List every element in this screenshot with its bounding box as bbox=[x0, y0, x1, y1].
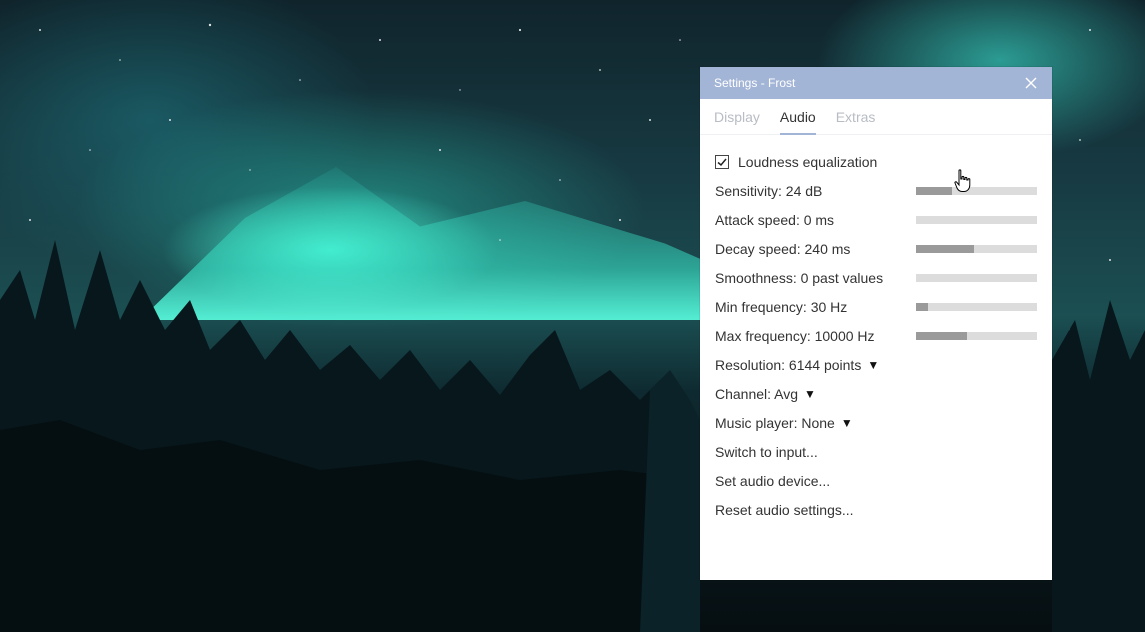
attack-speed-slider[interactable] bbox=[916, 215, 1037, 224]
tab-audio[interactable]: Audio bbox=[779, 99, 816, 135]
loudness-label: Loudness equalization bbox=[738, 153, 878, 170]
tab-bar: Display Audio Extras bbox=[700, 99, 1052, 135]
set-audio-device-link[interactable]: Set audio device... bbox=[715, 473, 830, 489]
set-audio-device-row: Set audio device... bbox=[715, 466, 1037, 495]
resolution-label: Resolution: 6144 points bbox=[715, 356, 862, 373]
reset-audio-settings-row: Reset audio settings... bbox=[715, 495, 1037, 524]
hand-pointer-icon bbox=[954, 169, 971, 192]
decay-speed-label: Decay speed: 240 ms bbox=[715, 240, 851, 257]
max-frequency-row: Max frequency: 10000 Hz bbox=[715, 321, 1037, 350]
close-icon[interactable] bbox=[1024, 76, 1038, 90]
loudness-equalization-row[interactable]: Loudness equalization bbox=[715, 147, 1037, 176]
max-frequency-slider[interactable] bbox=[916, 331, 1037, 340]
sensitivity-slider[interactable] bbox=[916, 186, 1037, 195]
desktop-wallpaper: Settings - Frost Display Audio Extras Lo… bbox=[0, 0, 1145, 632]
channel-label: Channel: Avg bbox=[715, 385, 799, 402]
decay-speed-slider[interactable] bbox=[916, 244, 1037, 253]
channel-dropdown[interactable]: Channel: Avg ▼ bbox=[715, 386, 816, 402]
music-player-dropdown[interactable]: Music player: None ▼ bbox=[715, 415, 853, 431]
title-bar[interactable]: Settings - Frost bbox=[700, 67, 1052, 99]
resolution-dropdown[interactable]: Resolution: 6144 points ▼ bbox=[715, 357, 879, 373]
music-player-label: Music player: None bbox=[715, 414, 835, 431]
switch-to-input-link[interactable]: Switch to input... bbox=[715, 444, 818, 460]
resolution-row: Resolution: 6144 points ▼ bbox=[715, 350, 1037, 379]
attack-speed-label: Attack speed: 0 ms bbox=[715, 211, 835, 228]
loudness-checkbox[interactable] bbox=[715, 154, 729, 169]
switch-to-input-row: Switch to input... bbox=[715, 437, 1037, 466]
music-player-row: Music player: None ▼ bbox=[715, 408, 1037, 437]
min-frequency-slider[interactable] bbox=[916, 302, 1037, 311]
audio-settings-panel: Loudness equalization Sensitivity: 24 dB… bbox=[700, 135, 1052, 524]
channel-row: Channel: Avg ▼ bbox=[715, 379, 1037, 408]
decay-speed-row: Decay speed: 240 ms bbox=[715, 234, 1037, 263]
sensitivity-slider-fill bbox=[916, 186, 953, 195]
checkmark-icon bbox=[717, 158, 727, 166]
sensitivity-label: Sensitivity: 24 dB bbox=[715, 182, 823, 199]
window-title: Settings - Frost bbox=[714, 76, 796, 90]
smoothness-row: Smoothness: 0 past values bbox=[715, 263, 1037, 292]
min-frequency-row: Min frequency: 30 Hz bbox=[715, 292, 1037, 321]
sensitivity-row: Sensitivity: 24 dB bbox=[715, 176, 1037, 205]
min-frequency-label: Min frequency: 30 Hz bbox=[715, 298, 848, 315]
dropdown-arrow-icon: ▼ bbox=[840, 415, 853, 430]
tab-display[interactable]: Display bbox=[714, 99, 760, 135]
smoothness-slider[interactable] bbox=[916, 273, 1037, 282]
max-frequency-label: Max frequency: 10000 Hz bbox=[715, 327, 875, 344]
reset-audio-settings-link[interactable]: Reset audio settings... bbox=[715, 502, 854, 518]
max-frequency-slider-fill bbox=[916, 331, 967, 340]
decay-speed-slider-fill bbox=[916, 244, 975, 253]
dropdown-arrow-icon: ▼ bbox=[867, 357, 880, 372]
dropdown-arrow-icon: ▼ bbox=[804, 386, 816, 401]
settings-window: Settings - Frost Display Audio Extras Lo… bbox=[700, 67, 1052, 580]
attack-speed-row: Attack speed: 0 ms bbox=[715, 205, 1037, 234]
smoothness-label: Smoothness: 0 past values bbox=[715, 269, 884, 286]
min-frequency-slider-fill bbox=[916, 302, 929, 311]
tab-extras[interactable]: Extras bbox=[836, 99, 876, 135]
